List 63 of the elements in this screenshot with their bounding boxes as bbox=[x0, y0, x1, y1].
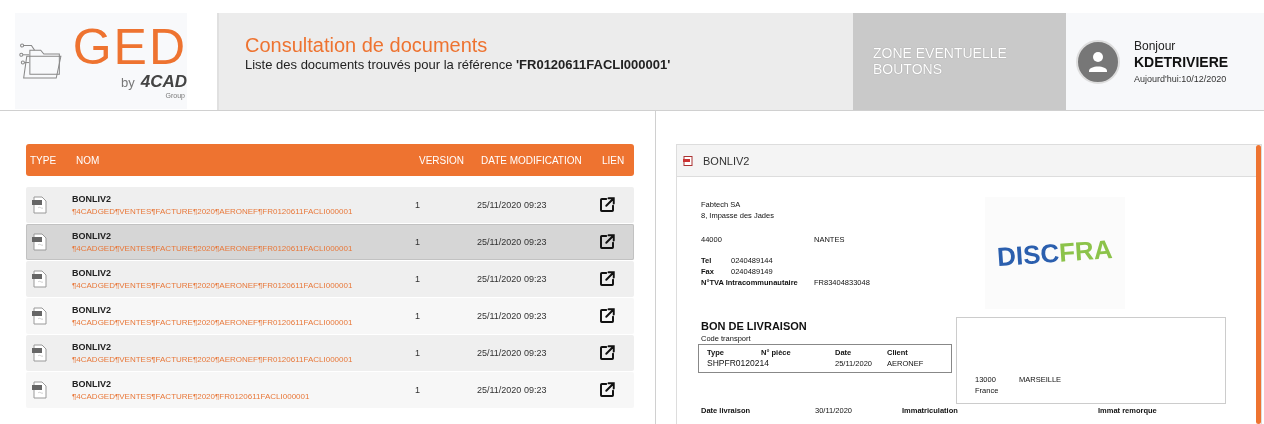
document-row[interactable]: BONLIV2 ¶4CADGED¶VENTES¶FACTURE¶2020¶AERONEF¶FR0120611FACLI000001 1 25/11/2020 09:23 bbox=[26, 224, 634, 260]
version-cell-text: 1 bbox=[415, 311, 421, 321]
avatar-icon bbox=[1076, 39, 1120, 84]
page-subtitle: Liste des documents trouvés pour la référence 'FR0120611FACLI000001' bbox=[245, 57, 672, 73]
pdf-file-icon bbox=[32, 307, 48, 325]
column-header: VERSION bbox=[418, 154, 465, 166]
logo-title: GED bbox=[72, 22, 187, 72]
external-link-icon[interactable] bbox=[598, 233, 616, 251]
document-path: ¶4CADGED¶VENTES¶FACTURE¶2020¶FR0120611FACLI000001 bbox=[72, 392, 311, 401]
greeting: Bonjour bbox=[1134, 39, 1177, 53]
date-cell-text: 25/11/2020 09:23 bbox=[477, 200, 548, 210]
document-path: ¶4CADGED¶VENTES¶FACTURE¶2020¶AERONEF¶FR0120611FACLI000001 bbox=[72, 207, 354, 216]
document-row[interactable]: BONLIV2 ¶4CADGED¶VENTES¶FACTURE¶2020¶FR0120611FACLI000001 1 25/11/2020 09:23 bbox=[26, 372, 634, 408]
document-row[interactable]: BONLIV2 ¶4CADGED¶VENTES¶FACTURE¶2020¶AERONEF¶FR0120611FACLI000001 1 25/11/2020 09:23 bbox=[26, 261, 634, 297]
document-path: ¶4CADGED¶VENTES¶FACTURE¶2020¶AERONEF¶FR0120611FACLI000001 bbox=[72, 355, 354, 364]
external-link-icon[interactable] bbox=[598, 270, 616, 288]
document-name: BONLIV2 bbox=[72, 379, 112, 389]
pdf-file-icon bbox=[32, 196, 48, 214]
date-cell-text: 25/11/2020 09:23 bbox=[477, 274, 548, 284]
pdf-file-icon bbox=[32, 270, 48, 288]
pdf-file-icon bbox=[32, 233, 48, 251]
preview-title: BONLIV2 bbox=[703, 154, 750, 167]
version-cell-text: 1 bbox=[415, 274, 421, 284]
version-cell-text: 1 bbox=[415, 237, 421, 247]
document-row[interactable]: BONLIV2 ¶4CADGED¶VENTES¶FACTURE¶2020¶AERONEF¶FR0120611FACLI000001 1 25/11/2020 09:23 bbox=[26, 187, 634, 223]
date-cell-text: 25/11/2020 09:23 bbox=[477, 385, 548, 395]
scrollbar-thumb[interactable] bbox=[1256, 145, 1261, 424]
logo-text: FRA bbox=[1058, 233, 1114, 269]
column-header: NOM bbox=[75, 154, 101, 166]
pdf-file-icon bbox=[32, 381, 48, 399]
pdf-file-icon bbox=[32, 344, 48, 362]
current-date: Aujourd'hui:10/12/2020 bbox=[1134, 74, 1228, 84]
document-row[interactable]: BONLIV2 ¶4CADGED¶VENTES¶FACTURE¶2020¶AERONEF¶FR0120611FACLI000001 1 25/11/2020 09:23 bbox=[26, 298, 634, 334]
pdf-file-icon bbox=[683, 155, 693, 166]
column-header: TYPE bbox=[29, 154, 58, 166]
document-path: ¶4CADGED¶VENTES¶FACTURE¶2020¶AERONEF¶FR0120611FACLI000001 bbox=[72, 318, 354, 327]
column-header: LIEN bbox=[601, 154, 626, 166]
document-path: ¶4CADGED¶VENTES¶FACTURE¶2020¶AERONEF¶FR0120611FACLI000001 bbox=[72, 281, 354, 290]
user-name: KDETRIVIERE bbox=[1134, 53, 1229, 71]
document-name: BONLIV2 bbox=[72, 194, 112, 204]
brand-name: 4CAD bbox=[140, 72, 187, 92]
version-cell-text: 1 bbox=[415, 348, 421, 358]
logo-byline: by bbox=[120, 75, 135, 90]
external-link-icon[interactable] bbox=[598, 381, 616, 399]
document-name: BONLIV2 bbox=[72, 342, 112, 352]
document-path: ¶4CADGED¶VENTES¶FACTURE¶2020¶AERONEF¶FR0120611FACLI000001 bbox=[72, 244, 354, 253]
document-name: BONLIV2 bbox=[72, 231, 112, 241]
date-cell-text: 25/11/2020 09:23 bbox=[477, 237, 548, 247]
version-cell-text: 1 bbox=[415, 200, 421, 210]
external-link-icon[interactable] bbox=[598, 307, 616, 325]
page-title: Consultation de documents bbox=[245, 33, 489, 57]
date-cell-text: 25/11/2020 09:23 bbox=[477, 348, 548, 358]
external-link-icon[interactable] bbox=[598, 196, 616, 214]
logo-text: DISC bbox=[996, 237, 1061, 273]
version-cell-text: 1 bbox=[415, 385, 421, 395]
document-name: BONLIV2 bbox=[72, 268, 112, 278]
document-title: BON DE LIVRAISON bbox=[701, 320, 808, 333]
transport-number: SHPFR0120214 bbox=[707, 358, 770, 369]
column-header: DATE MODIFICATION bbox=[480, 154, 583, 166]
date-cell-text: 25/11/2020 09:23 bbox=[477, 311, 548, 321]
document-row[interactable]: BONLIV2 ¶4CADGED¶VENTES¶FACTURE¶2020¶AERONEF¶FR0120611FACLI000001 1 25/11/2020 09:23 bbox=[26, 335, 634, 371]
external-link-icon[interactable] bbox=[598, 344, 616, 362]
document-name: BONLIV2 bbox=[72, 305, 112, 315]
